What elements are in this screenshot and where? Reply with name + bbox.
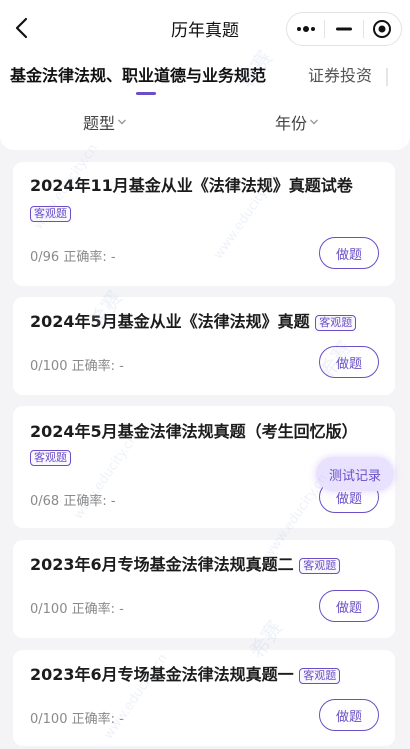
exam-title-row: 2023年6月专场基金法律法规真题二 客观题 xyxy=(30,553,341,577)
filter-question-type[interactable]: 题型 xyxy=(83,110,127,134)
tabs-fade xyxy=(376,58,410,98)
header: 历年真题 基金法律法规、职业道德与业务规范 证券投资 题型 年份 xyxy=(0,0,410,150)
exam-title: 2024年5月基金法律法规真题（考生回忆版） xyxy=(30,422,358,441)
subject-tabs: 基金法律法规、职业道德与业务规范 证券投资 xyxy=(0,58,410,98)
start-practice-button[interactable]: 做题 xyxy=(319,699,379,731)
navigation-bar: 历年真题 xyxy=(0,0,410,56)
minus-icon xyxy=(335,27,352,31)
exam-title-row: 2024年5月基金从业《法律法规》真题 客观题 xyxy=(30,310,357,334)
more-button[interactable] xyxy=(287,13,324,45)
chevron-down-icon xyxy=(310,119,319,125)
filter-question-type-label: 题型 xyxy=(83,114,116,133)
exam-stats: 0/100 正确率: - xyxy=(30,602,124,617)
exam-card[interactable]: 2024年5月基金从业《法律法规》真题 客观题 0/100 正确率: - 做题 xyxy=(13,297,395,395)
exam-title-row: 2023年6月专场基金法律法规真题一 客观题 xyxy=(30,663,341,687)
more-dots-icon xyxy=(296,26,315,32)
exam-stats: 0/100 正确率: - xyxy=(30,712,124,727)
objective-badge: 客观题 xyxy=(30,450,71,466)
exam-card[interactable]: 2023年6月专场基金法律法规真题一 客观题 0/100 正确率: - 做题 xyxy=(13,650,395,746)
tab-law-ethics[interactable]: 基金法律法规、职业道德与业务规范 xyxy=(10,62,266,86)
miniprogram-capsule xyxy=(286,12,402,46)
exam-stats: 0/96 正确率: - xyxy=(30,250,116,265)
objective-badge: 客观题 xyxy=(299,557,341,574)
exam-title: 2023年6月专场基金法律法规真题一 xyxy=(30,665,294,684)
start-practice-button[interactable]: 做题 xyxy=(319,590,379,622)
exam-stats: 0/100 正确率: - xyxy=(30,359,124,374)
test-records-button[interactable]: 测试记录 xyxy=(316,457,394,491)
close-miniprogram-button[interactable] xyxy=(364,13,401,45)
active-tab-indicator xyxy=(136,92,156,95)
start-practice-button[interactable]: 做题 xyxy=(319,346,379,378)
objective-badge: 客观题 xyxy=(315,314,357,331)
tabs-scroll-edge xyxy=(386,68,388,86)
exam-title: 2024年11月基金从业《法律法规》真题试卷 xyxy=(30,176,353,195)
objective-badge: 客观题 xyxy=(30,206,71,222)
start-practice-button[interactable]: 做题 xyxy=(319,237,379,269)
exam-title: 2024年5月基金从业《法律法规》真题 xyxy=(30,312,310,331)
filter-bar: 题型 年份 xyxy=(0,104,410,140)
exam-card[interactable]: 2023年6月专场基金法律法规真题二 客观题 0/100 正确率: - 做题 xyxy=(13,540,395,638)
tab-securities-investment[interactable]: 证券投资 xyxy=(308,62,372,86)
filter-year[interactable]: 年份 xyxy=(275,110,319,134)
target-icon xyxy=(373,20,392,38)
exam-stats: 0/68 正确率: - xyxy=(30,494,116,509)
exam-card[interactable]: 2024年11月基金从业《法律法规》真题试卷 客观题 0/96 正确率: - 做… xyxy=(13,162,395,286)
filter-year-label: 年份 xyxy=(275,114,308,133)
chevron-down-icon xyxy=(118,119,127,125)
exam-title: 2023年6月专场基金法律法规真题二 xyxy=(30,555,294,574)
objective-badge: 客观题 xyxy=(299,667,341,684)
minimize-button[interactable] xyxy=(325,13,362,45)
